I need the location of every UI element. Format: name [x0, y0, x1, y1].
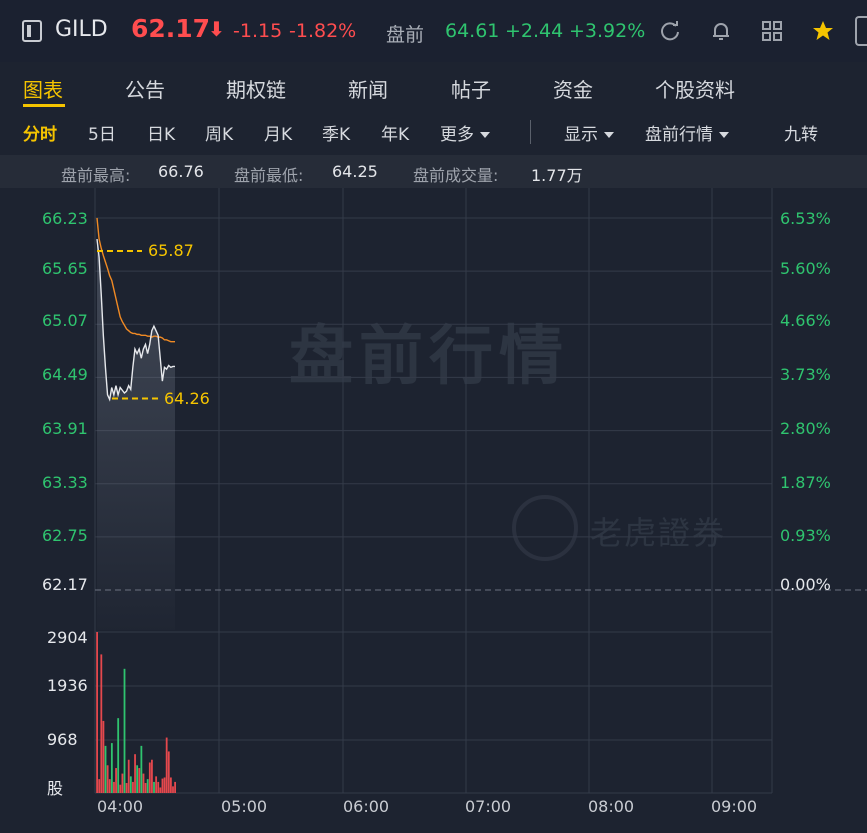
- volume-bar: [108, 779, 111, 793]
- y-axis-left-tick: 62.17: [42, 575, 88, 594]
- volume-axis-tick: 股: [47, 779, 64, 798]
- y-axis-right-tick: 3.73%: [780, 365, 831, 384]
- x-axis-tick: 07:00: [465, 797, 512, 816]
- intraday-chart[interactable]: [0, 0, 867, 833]
- volume-bar: [138, 768, 141, 793]
- volume-bar: [121, 773, 124, 793]
- volume-bar: [115, 768, 117, 793]
- volume-bar: [161, 778, 164, 793]
- volume-bar: [127, 759, 130, 793]
- volume-bar: [136, 765, 139, 793]
- y-axis-left-tick: 64.49: [42, 365, 88, 384]
- y-axis-left-tick: 63.91: [42, 419, 88, 438]
- volume-bar: [106, 765, 109, 793]
- volume-bar: [144, 783, 147, 793]
- x-axis-tick: 06:00: [343, 797, 390, 816]
- x-axis-tick: 09:00: [711, 797, 758, 816]
- low-marker-label: 64.26: [164, 388, 210, 408]
- y-axis-left-tick: 65.07: [42, 311, 88, 330]
- x-axis-tick: 08:00: [588, 797, 635, 816]
- volume-bar: [142, 773, 145, 793]
- y-axis-right-tick: 5.60%: [780, 259, 831, 278]
- volume-bar: [172, 786, 174, 793]
- volume-bar: [153, 781, 155, 793]
- volume-bar: [123, 668, 126, 793]
- volume-bar: [125, 783, 128, 793]
- volume-bar: [155, 776, 158, 793]
- y-axis-left-tick: 63.33: [42, 473, 88, 492]
- volume-bar: [165, 737, 168, 793]
- volume-bar: [163, 777, 166, 793]
- volume-bar: [113, 781, 115, 793]
- volume-bar: [174, 781, 176, 793]
- volume-bar: [100, 654, 103, 793]
- average-price-line: [96, 217, 175, 343]
- volume-bar: [102, 720, 105, 793]
- y-axis-left-tick: 65.65: [42, 259, 88, 278]
- volume-bar: [110, 743, 113, 793]
- volume-bar: [119, 784, 122, 793]
- volume-bar: [104, 745, 107, 793]
- x-axis-tick: 04:00: [97, 797, 144, 816]
- price-area-fill: [97, 239, 175, 630]
- volume-bar: [129, 776, 132, 793]
- y-axis-left-tick: 62.75: [42, 526, 88, 545]
- volume-bar: [132, 781, 134, 793]
- volume-axis-tick: 2904: [47, 628, 88, 647]
- y-axis-right-tick: 0.00%: [780, 575, 831, 594]
- volume-axis-tick: 968: [47, 730, 78, 749]
- y-axis-right-tick: 6.53%: [780, 209, 831, 228]
- volume-bar: [134, 754, 136, 793]
- volume-bar: [117, 718, 120, 793]
- volume-bar: [140, 745, 143, 793]
- high-marker-label: 65.87: [148, 240, 194, 260]
- volume-bar: [159, 787, 162, 793]
- volume-bar: [167, 751, 170, 793]
- y-axis-right-tick: 2.80%: [780, 419, 831, 438]
- y-axis-right-tick: 1.87%: [780, 473, 831, 492]
- volume-bar: [98, 779, 101, 793]
- y-axis-left-tick: 66.23: [42, 209, 88, 228]
- volume-bar: [157, 781, 160, 793]
- x-axis-tick: 05:00: [221, 797, 268, 816]
- volume-bar: [169, 777, 172, 793]
- volume-bar: [148, 762, 151, 793]
- y-axis-right-tick: 4.66%: [780, 311, 831, 330]
- volume-bar: [151, 759, 153, 793]
- volume-bar: [96, 632, 98, 793]
- volume-axis-tick: 1936: [47, 676, 88, 695]
- volume-bar: [146, 779, 149, 793]
- y-axis-right-tick: 0.93%: [780, 526, 831, 545]
